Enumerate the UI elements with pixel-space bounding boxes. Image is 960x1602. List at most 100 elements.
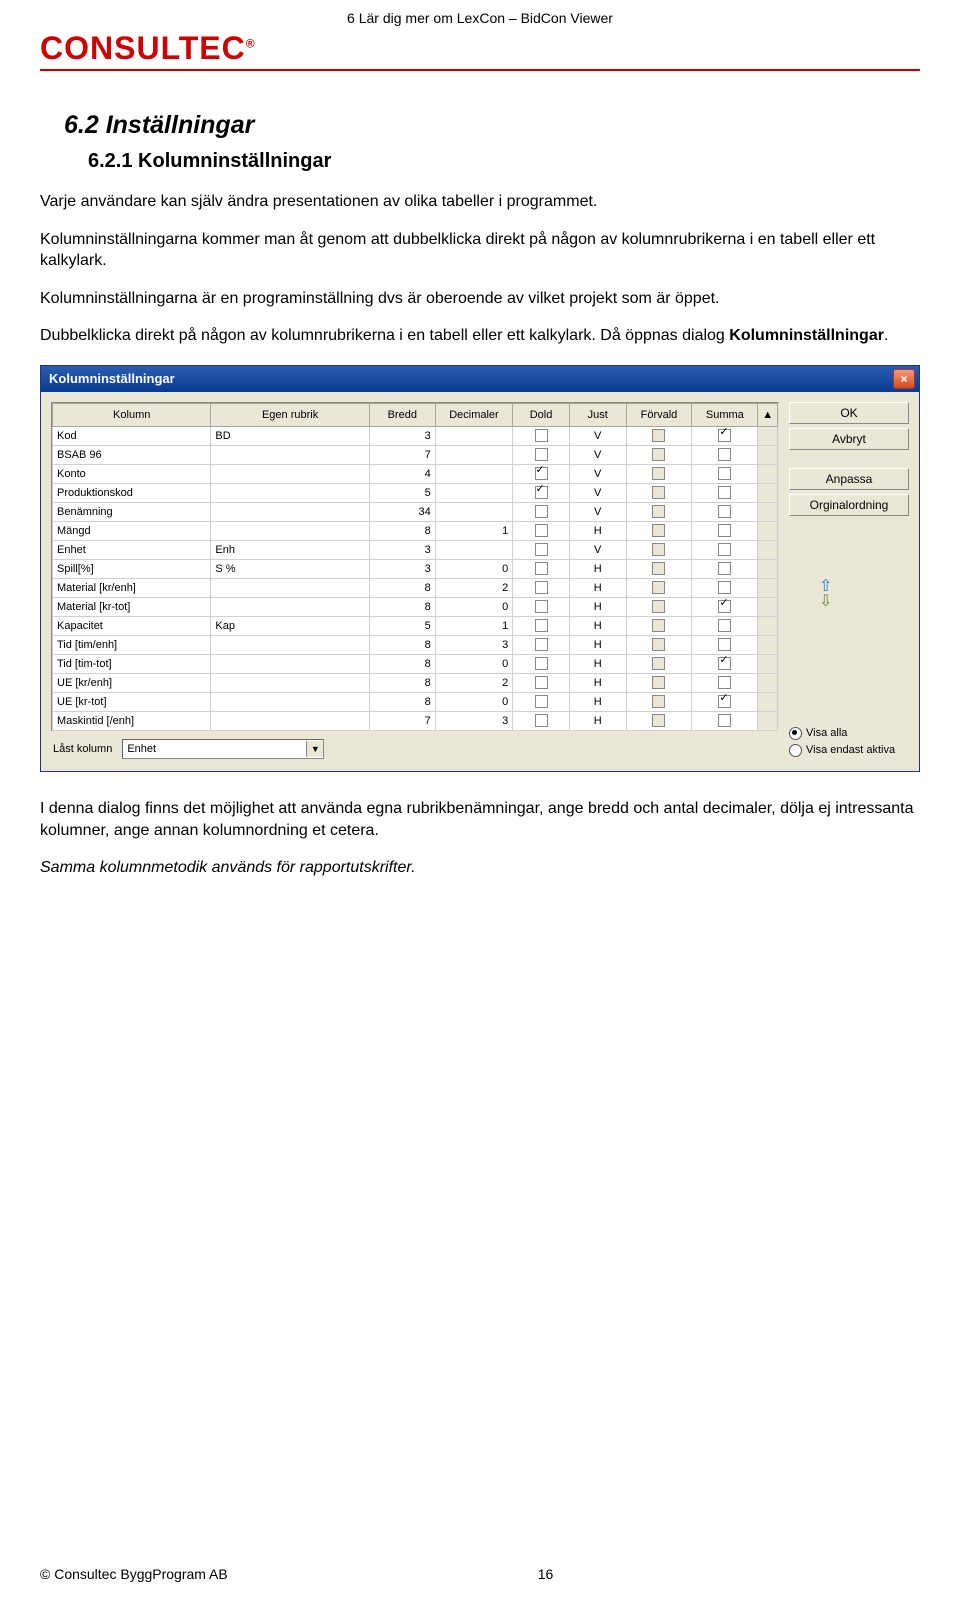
- cell[interactable]: [435, 464, 512, 483]
- cell[interactable]: Maskintid [/enh]: [53, 711, 211, 730]
- cell[interactable]: Mängd: [53, 521, 211, 540]
- locked-column-combo[interactable]: Enhet ▼: [122, 739, 324, 759]
- checkbox-icon[interactable]: [718, 429, 731, 442]
- cell[interactable]: 1: [435, 521, 512, 540]
- table-row[interactable]: EnhetEnh3V: [53, 540, 778, 559]
- cell[interactable]: 8: [369, 597, 435, 616]
- checkbox-icon[interactable]: [535, 619, 548, 632]
- checkbox-icon[interactable]: [652, 714, 665, 727]
- checkbox-icon[interactable]: [718, 600, 731, 613]
- th-kolumn[interactable]: Kolumn: [53, 403, 211, 426]
- cell[interactable]: 2: [435, 578, 512, 597]
- cell[interactable]: Tid [tim-tot]: [53, 654, 211, 673]
- cell[interactable]: V: [569, 540, 626, 559]
- cell-checkbox[interactable]: [692, 483, 758, 502]
- cell[interactable]: [211, 711, 369, 730]
- table-row[interactable]: KodBD3V: [53, 426, 778, 445]
- cell[interactable]: 5: [369, 483, 435, 502]
- checkbox-icon[interactable]: [535, 657, 548, 670]
- cell[interactable]: [211, 578, 369, 597]
- checkbox-icon[interactable]: [535, 581, 548, 594]
- radio-visa-endast-aktiva[interactable]: [789, 744, 802, 757]
- cell-checkbox[interactable]: [692, 502, 758, 521]
- cell-checkbox[interactable]: [513, 616, 570, 635]
- cell-checkbox[interactable]: [692, 521, 758, 540]
- cell[interactable]: Material [kr/enh]: [53, 578, 211, 597]
- table-row[interactable]: Tid [tim-tot]80H: [53, 654, 778, 673]
- table-row[interactable]: Material [kr/enh]82H: [53, 578, 778, 597]
- cell-checkbox[interactable]: [626, 635, 692, 654]
- anpassa-button[interactable]: Anpassa: [789, 468, 909, 490]
- orginalordning-button[interactable]: Orginalordning: [789, 494, 909, 516]
- radio-visa-alla[interactable]: [789, 727, 802, 740]
- cell-checkbox[interactable]: [513, 540, 570, 559]
- checkbox-icon[interactable]: [718, 695, 731, 708]
- scrollbar-track[interactable]: [758, 692, 778, 711]
- cell-checkbox[interactable]: [626, 578, 692, 597]
- cell[interactable]: UE [kr/enh]: [53, 673, 211, 692]
- cell[interactable]: V: [569, 426, 626, 445]
- cell-checkbox[interactable]: [692, 692, 758, 711]
- checkbox-icon[interactable]: [652, 657, 665, 670]
- cell[interactable]: H: [569, 654, 626, 673]
- cell[interactable]: [435, 426, 512, 445]
- table-row[interactable]: Mängd81H: [53, 521, 778, 540]
- th-decimaler[interactable]: Decimaler: [435, 403, 512, 426]
- cell-checkbox[interactable]: [626, 673, 692, 692]
- checkbox-icon[interactable]: [718, 467, 731, 480]
- checkbox-icon[interactable]: [652, 505, 665, 518]
- table-row[interactable]: Maskintid [/enh]73H: [53, 711, 778, 730]
- checkbox-icon[interactable]: [535, 467, 548, 480]
- cell-checkbox[interactable]: [513, 597, 570, 616]
- cell-checkbox[interactable]: [513, 445, 570, 464]
- checkbox-icon[interactable]: [535, 486, 548, 499]
- cell[interactable]: H: [569, 673, 626, 692]
- scrollbar-track[interactable]: [758, 578, 778, 597]
- cell-checkbox[interactable]: [626, 559, 692, 578]
- cell[interactable]: V: [569, 502, 626, 521]
- cell-checkbox[interactable]: [513, 711, 570, 730]
- cell[interactable]: 0: [435, 692, 512, 711]
- cell-checkbox[interactable]: [626, 464, 692, 483]
- cell[interactable]: [211, 483, 369, 502]
- scrollbar-track[interactable]: [758, 559, 778, 578]
- checkbox-icon[interactable]: [535, 600, 548, 613]
- scrollbar-track[interactable]: [758, 502, 778, 521]
- scrollbar-track[interactable]: [758, 483, 778, 502]
- scrollbar-track[interactable]: [758, 654, 778, 673]
- cell[interactable]: [435, 483, 512, 502]
- cell[interactable]: [211, 673, 369, 692]
- cell[interactable]: [435, 540, 512, 559]
- cell-checkbox[interactable]: [692, 559, 758, 578]
- scrollbar-track[interactable]: [758, 445, 778, 464]
- close-icon[interactable]: ×: [893, 369, 915, 389]
- cell[interactable]: H: [569, 635, 626, 654]
- table-row[interactable]: Spill[%]S %30H: [53, 559, 778, 578]
- scrollbar-track[interactable]: [758, 464, 778, 483]
- checkbox-icon[interactable]: [535, 676, 548, 689]
- scrollbar-track[interactable]: [758, 540, 778, 559]
- cell-checkbox[interactable]: [692, 616, 758, 635]
- cell-checkbox[interactable]: [692, 654, 758, 673]
- checkbox-icon[interactable]: [718, 543, 731, 556]
- table-row[interactable]: UE [kr-tot]80H: [53, 692, 778, 711]
- cell-checkbox[interactable]: [626, 483, 692, 502]
- cell[interactable]: 3: [435, 711, 512, 730]
- cell[interactable]: Produktionskod: [53, 483, 211, 502]
- scrollbar-track[interactable]: [758, 597, 778, 616]
- cell-checkbox[interactable]: [513, 673, 570, 692]
- checkbox-icon[interactable]: [535, 638, 548, 651]
- cell-checkbox[interactable]: [626, 502, 692, 521]
- cell-checkbox[interactable]: [692, 445, 758, 464]
- cell[interactable]: 8: [369, 654, 435, 673]
- checkbox-icon[interactable]: [652, 467, 665, 480]
- cell[interactable]: 3: [369, 426, 435, 445]
- cell[interactable]: 3: [435, 635, 512, 654]
- checkbox-icon[interactable]: [652, 429, 665, 442]
- checkbox-icon[interactable]: [652, 619, 665, 632]
- cell[interactable]: 3: [369, 540, 435, 559]
- columns-table[interactable]: Kolumn Egen rubrik Bredd Decimaler Dold …: [52, 403, 778, 731]
- cell[interactable]: H: [569, 521, 626, 540]
- cell[interactable]: [211, 502, 369, 521]
- cell-checkbox[interactable]: [692, 711, 758, 730]
